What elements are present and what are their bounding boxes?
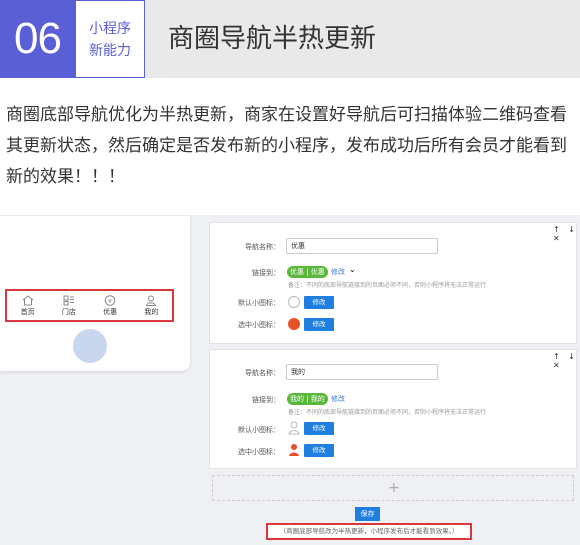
tab-store[interactable]: 门店 — [48, 291, 89, 320]
default-icon-label: 默认小图标： — [238, 426, 280, 434]
tab-mine[interactable]: 我的 — [131, 291, 172, 320]
bottom-note: （商圈底部导航改为半热更新，小程序发布后才能看到效果。） — [266, 523, 472, 540]
panel-controls[interactable]: ↑ ↓ ✕ — [553, 225, 580, 243]
nav-name-label: 导航名称： — [245, 243, 280, 251]
chevron-down-icon[interactable]: ⌄ — [349, 265, 356, 274]
section-number: 06 — [0, 0, 75, 78]
link-edit[interactable]: 修改 — [331, 267, 345, 277]
link-note: 备注：不同的底部导航链接到的页面必须不同，否则小程序将无法正常运行 — [288, 409, 487, 416]
link-label: 链接到： — [252, 396, 280, 404]
section-subtitle: 小程序 新能力 — [75, 0, 145, 78]
yen-icon — [288, 296, 300, 308]
bottom-tabbar: 首页 门店 ¥ 优惠 我的 — [5, 289, 174, 322]
yen-icon: ¥ — [104, 295, 116, 306]
store-icon — [63, 295, 74, 306]
section-title: 商圈导航半热更新 — [168, 24, 377, 54]
home-icon — [22, 295, 33, 306]
link-tag: 我的 | 我的 — [287, 393, 328, 405]
tab-home[interactable]: 首页 — [7, 291, 48, 320]
nav-name-label: 导航名称： — [245, 369, 280, 377]
tab-label: 优惠 — [103, 308, 118, 316]
user-icon — [146, 295, 157, 306]
phone-home-button[interactable] — [73, 329, 107, 363]
tab-label: 门店 — [61, 308, 76, 316]
save-button[interactable]: 保存 — [355, 507, 380, 521]
subtitle-line-1: 小程序 — [89, 21, 131, 37]
link-label: 链接到： — [252, 269, 280, 277]
tab-label: 我的 — [144, 308, 159, 316]
default-icon-label: 默认小图标： — [238, 299, 280, 307]
nav-name-input[interactable]: 优惠 — [286, 238, 438, 254]
intro-paragraph: 商圈底部导航优化为半热更新，商家在设置好导航后可扫描体验二维码查看其更新状态，然… — [6, 105, 567, 187]
link-tag: 优惠 | 优惠 — [287, 266, 328, 278]
modify-button[interactable]: 修改 — [304, 444, 334, 457]
modify-button[interactable]: 修改 — [304, 318, 334, 331]
tab-discount[interactable]: ¥ 优惠 — [90, 291, 131, 320]
yen-icon — [288, 318, 300, 330]
add-icon[interactable]: + — [388, 481, 400, 495]
link-edit[interactable]: 修改 — [331, 394, 345, 404]
panel-controls[interactable]: ↑ ↓ ✕ — [553, 352, 580, 370]
modify-button[interactable]: 修改 — [304, 422, 334, 435]
svg-text:¥: ¥ — [108, 298, 112, 305]
user-icon — [288, 421, 300, 435]
subtitle-line-2: 新能力 — [89, 43, 131, 59]
modify-button[interactable]: 修改 — [304, 296, 334, 309]
user-icon — [289, 444, 299, 456]
tab-label: 首页 — [20, 308, 35, 316]
selected-icon-label: 选中小图标： — [238, 448, 280, 456]
nav-name-input[interactable]: 我的 — [286, 364, 438, 380]
selected-icon-label: 选中小图标： — [238, 321, 280, 329]
link-note: 备注：不同的底部导航链接到的页面必须不同，否则小程序将无法正常运行 — [288, 282, 487, 289]
